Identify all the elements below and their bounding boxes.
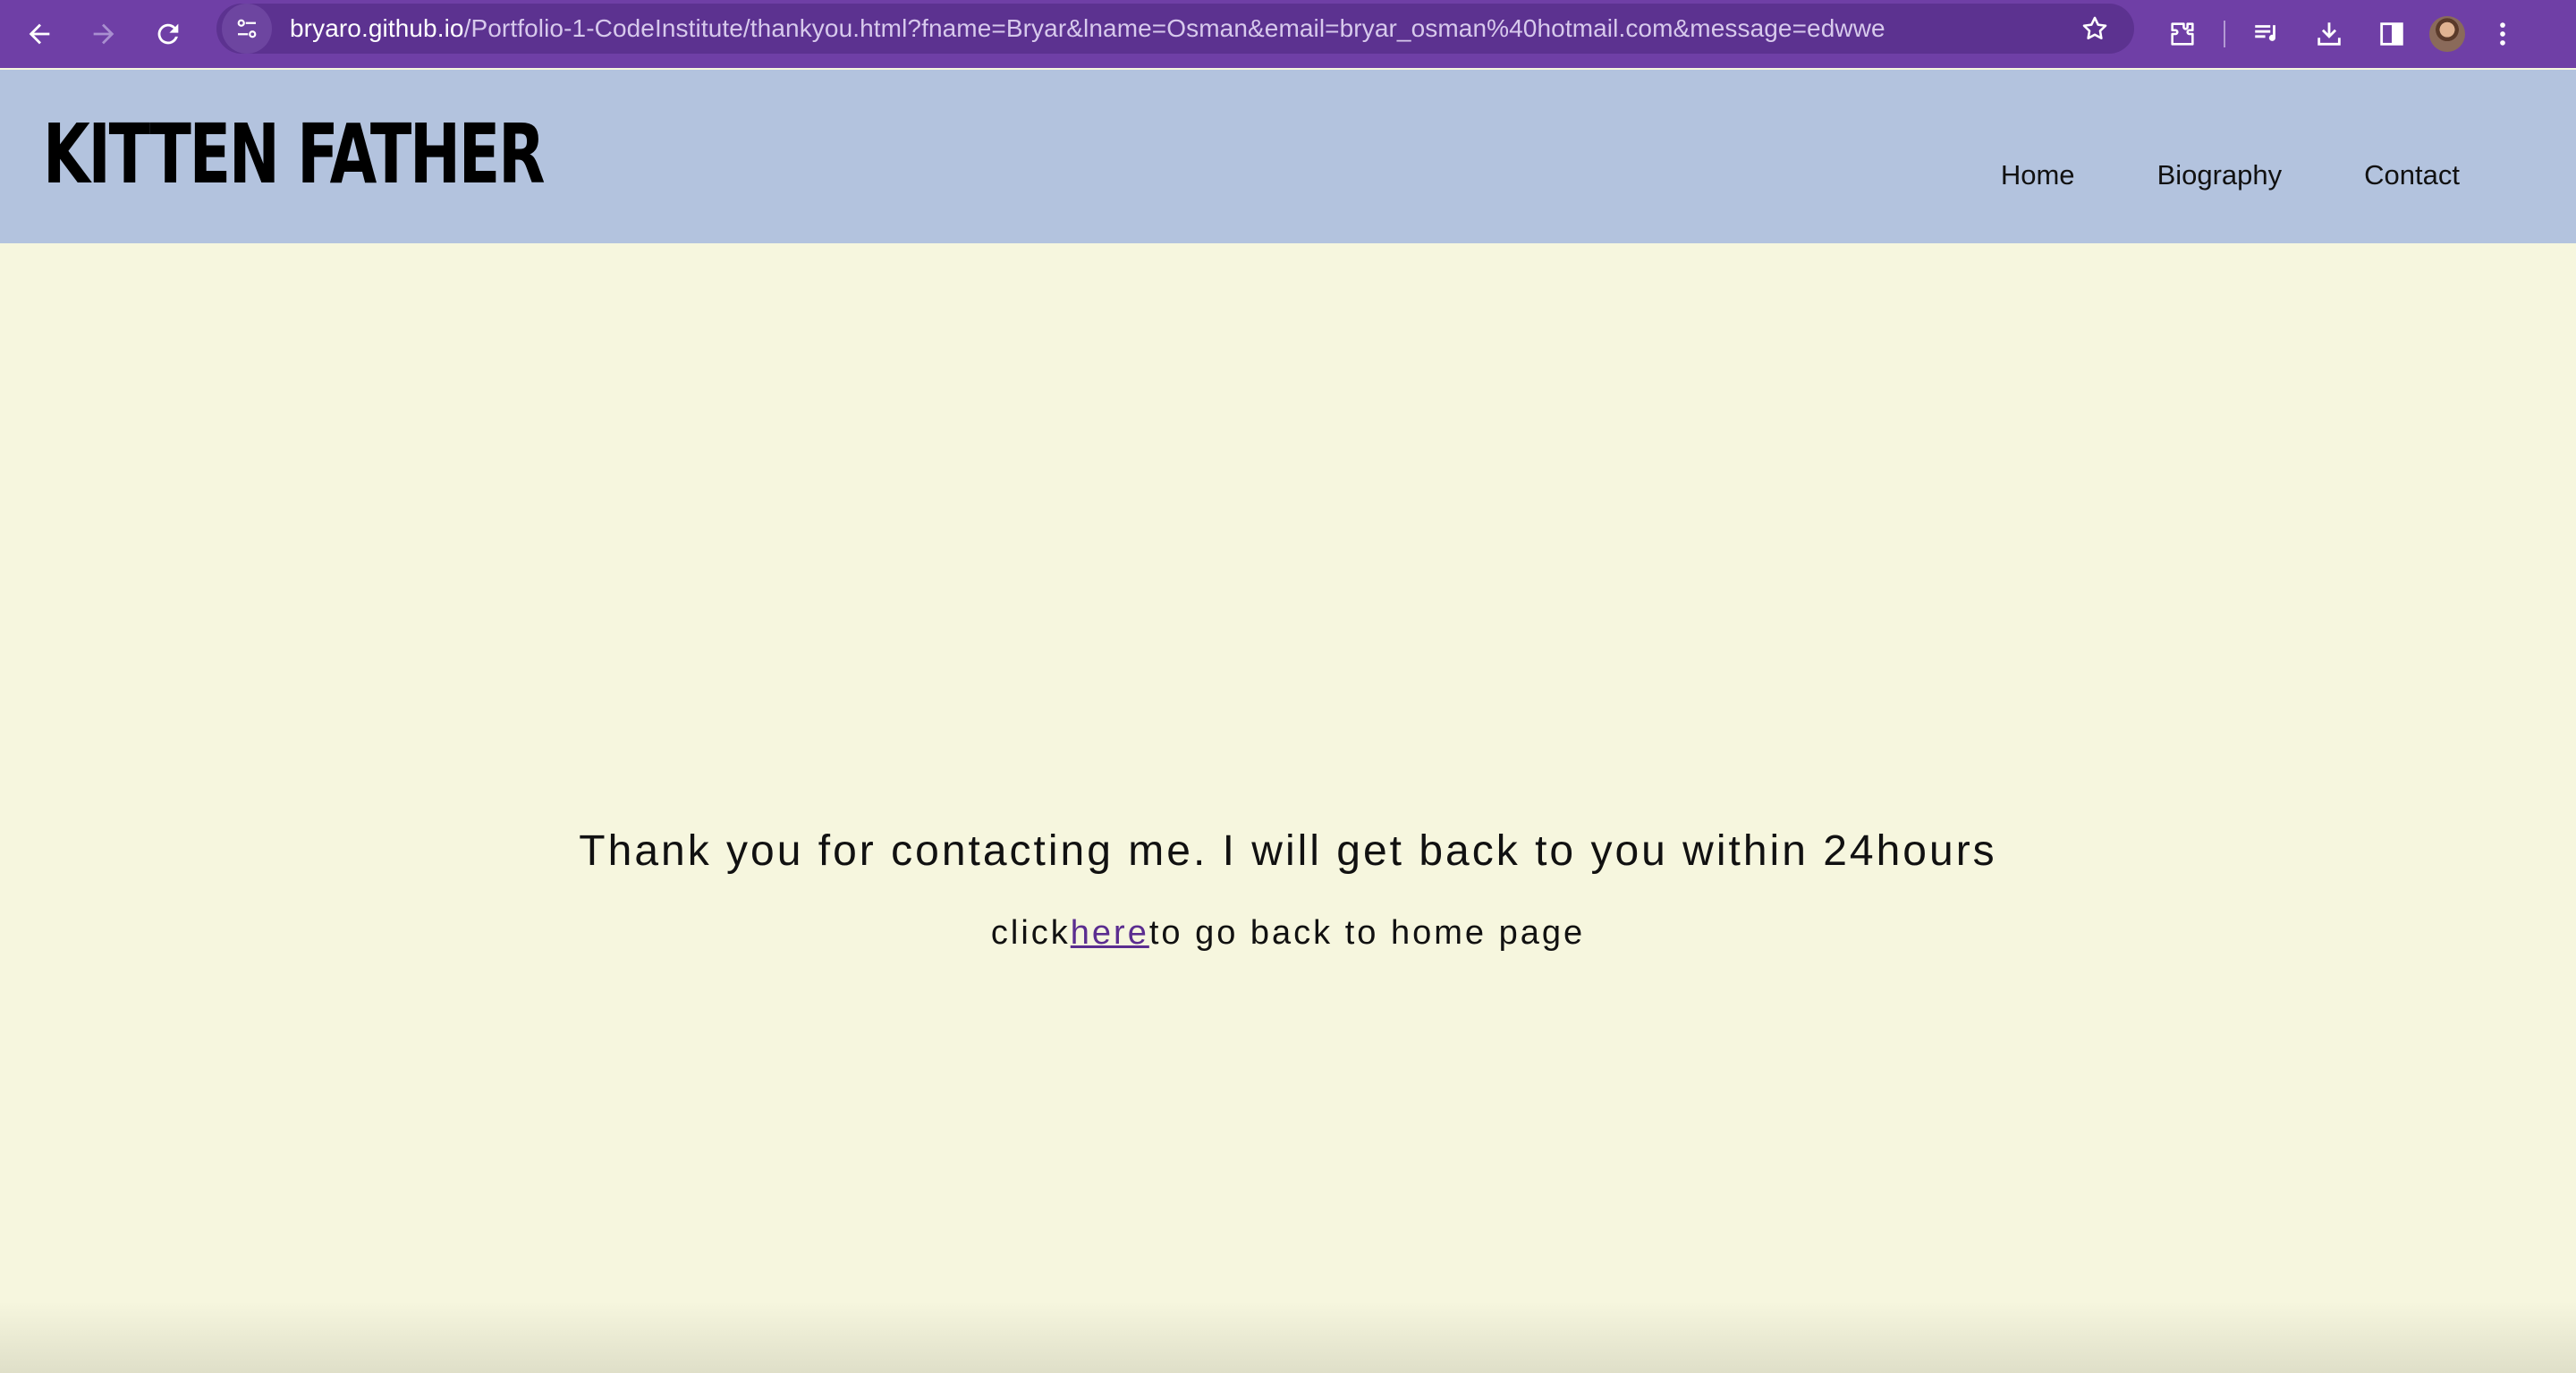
forward-button[interactable]: [72, 0, 136, 68]
reload-icon: [157, 23, 179, 45]
media-control-icon: [2255, 25, 2275, 41]
reload-button[interactable]: [136, 0, 200, 68]
forward-arrow-icon: [93, 23, 114, 45]
bookmark-button[interactable]: [2068, 4, 2122, 54]
address-bar[interactable]: bryaro.github.io/Portfolio-1-CodeInstitu…: [216, 4, 2134, 54]
back-home-link[interactable]: here: [1071, 914, 1149, 952]
download-button[interactable]: [2304, 7, 2354, 61]
nav-link-contact[interactable]: Contact: [2364, 159, 2460, 191]
page-bottom-shadow: [0, 1301, 2576, 1373]
browser-toolbar: bryaro.github.io/Portfolio-1-CodeInstitu…: [0, 0, 2576, 68]
site-info-icon: [237, 19, 257, 38]
nav-link-home[interactable]: Home: [2001, 159, 2075, 191]
back-home-line: clickhereto go back to home page: [0, 914, 2576, 953]
side-panel-button[interactable]: [2367, 7, 2417, 61]
side-panel-icon: [2380, 22, 2403, 46]
toolbar-actions: [2157, 0, 2528, 68]
extensions-icon: [2171, 22, 2194, 46]
download-icon: [2318, 22, 2341, 46]
site-info-button[interactable]: [222, 4, 272, 54]
more-menu-button[interactable]: [2478, 7, 2528, 61]
nav-link-biography[interactable]: Biography: [2157, 159, 2283, 191]
url-text[interactable]: bryaro.github.io/Portfolio-1-CodeInstitu…: [290, 14, 2068, 43]
url-path: /Portfolio-1-CodeInstitute/thankyou.html…: [463, 14, 1885, 42]
back-prefix-text: click: [990, 914, 1071, 952]
media-control-button[interactable]: [2241, 7, 2292, 61]
avatar[interactable]: [2429, 16, 2465, 52]
back-suffix-text: to go back to home page: [1148, 914, 1586, 952]
back-button[interactable]: [7, 0, 72, 68]
site-header: KITTEN FATHER Home Biography Contact: [0, 70, 2576, 243]
main-content: Thank you for contacting me. I will get …: [0, 243, 2576, 1373]
star-icon: [2082, 16, 2107, 40]
thank-you-message: Thank you for contacting me. I will get …: [579, 827, 1997, 875]
url-domain: bryaro.github.io: [290, 14, 464, 42]
back-arrow-icon: [29, 23, 50, 45]
main-nav: Home Biography Contact: [2001, 159, 2460, 191]
brand-logo[interactable]: KITTEN FATHER: [43, 109, 546, 199]
extensions-button[interactable]: [2157, 7, 2207, 61]
more-menu-icon: [2500, 22, 2505, 46]
toolbar-divider: [2224, 21, 2225, 47]
